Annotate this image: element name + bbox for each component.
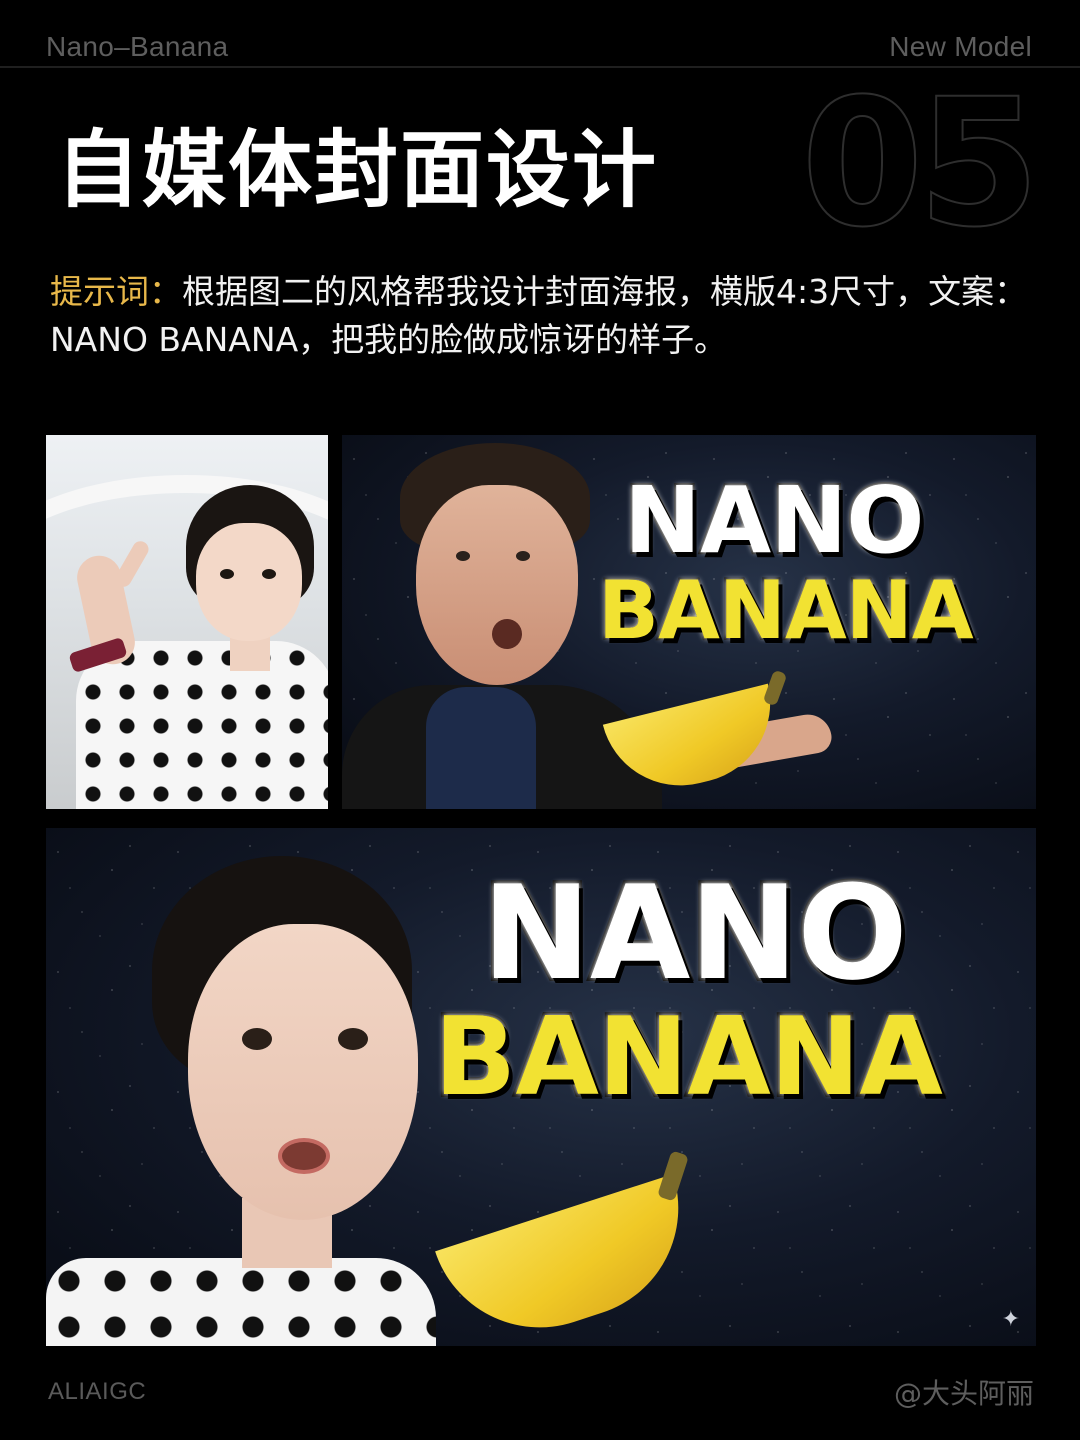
surprised-face (416, 485, 578, 685)
header-right-text: New Model (889, 31, 1032, 62)
reference-photo (46, 435, 328, 809)
header-left-text: Nano–Banana (46, 31, 229, 62)
footer-author: @大头阿丽 (893, 1377, 1034, 1410)
face (196, 523, 302, 641)
open-mouth (278, 1138, 330, 1174)
cover-title-nano: NANO (479, 857, 911, 1009)
generated-cover: NANO BANANA ✦ (46, 828, 1036, 1346)
sparkle-icon: ✦ (1001, 1306, 1020, 1331)
cover-title-banana: BANANA (431, 995, 946, 1120)
prompt-label: 提示词： (50, 272, 182, 311)
open-mouth (492, 619, 522, 649)
banana-stem (762, 669, 788, 707)
footer-left-text: ALIAIGC (48, 1378, 147, 1405)
polka-dot-top (46, 1258, 436, 1346)
thumbnail-title-nano: NANO (622, 467, 926, 574)
page-title: 自媒体封面设计 (56, 121, 659, 219)
polka-dot-top (76, 641, 328, 809)
prompt-paragraph: 提示词：根据图二的风格帮我设计封面海报，横版4:3尺寸，文案：NANO BANA… (50, 268, 1040, 364)
footer: ALIAIGC @大头阿丽 (48, 1372, 1034, 1412)
navy-tee (426, 687, 536, 809)
prompt-text: 根据图二的风格帮我设计封面海报，横版4:3尺寸，文案：NANO BANANA，把… (50, 272, 1028, 359)
section-number: 05 (800, 61, 1041, 266)
style-reference-thumbnail: NANO BANANA (342, 435, 1036, 809)
banana-stem (657, 1150, 689, 1202)
banana-icon (435, 1174, 707, 1346)
surprised-face (188, 924, 418, 1220)
thumbnail-title-banana: BANANA (596, 564, 976, 657)
